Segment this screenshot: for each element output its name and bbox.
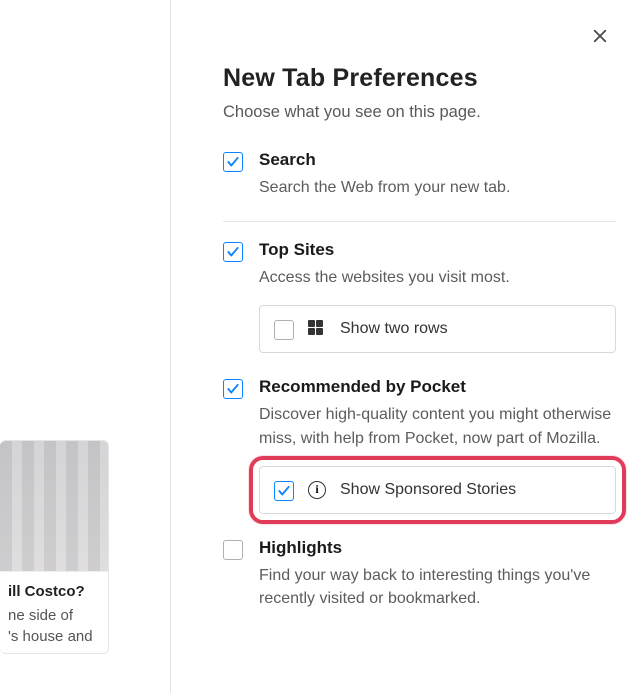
section-topsites: Top Sites Access the websites you visit … — [223, 240, 616, 353]
topsites-desc: Access the websites you visit most. — [259, 266, 616, 289]
check-icon — [226, 155, 240, 169]
pocket-desc: Discover high-quality content you might … — [259, 403, 616, 449]
search-heading: Search — [259, 150, 616, 170]
divider — [223, 221, 616, 222]
topsites-heading: Top Sites — [259, 240, 616, 260]
topsites-checkbox[interactable] — [223, 242, 243, 262]
panel-title: New Tab Preferences — [223, 64, 616, 93]
info-icon[interactable]: i — [308, 481, 326, 499]
sponsored-checkbox[interactable] — [274, 481, 294, 501]
tworows-label: Show two rows — [340, 320, 448, 338]
section-search: Search Search the Web from your new tab. — [223, 150, 616, 217]
topsites-tworows-option[interactable]: Show two rows — [259, 305, 616, 353]
section-pocket: Recommended by Pocket Discover high-qual… — [223, 377, 616, 513]
close-icon — [591, 27, 609, 45]
search-desc: Search the Web from your new tab. — [259, 176, 616, 199]
tworows-checkbox[interactable] — [274, 320, 294, 340]
new-tab-preferences-panel: New Tab Preferences Choose what you see … — [171, 0, 640, 693]
grid-icon — [308, 320, 326, 338]
section-highlights: Highlights Find your way back to interes… — [223, 538, 616, 628]
sponsored-label: Show Sponsored Stories — [340, 481, 516, 499]
check-icon — [277, 484, 291, 498]
pocket-heading: Recommended by Pocket — [259, 377, 616, 397]
check-icon — [226, 245, 240, 259]
close-button[interactable] — [586, 22, 614, 50]
highlights-desc: Find your way back to interesting things… — [259, 564, 616, 610]
story-card-line: ne side of — [8, 606, 98, 626]
check-icon — [226, 382, 240, 396]
panel-subtitle: Choose what you see on this page. — [223, 103, 616, 122]
sponsored-stories-option[interactable]: i Show Sponsored Stories — [259, 466, 616, 514]
story-card-image — [0, 441, 108, 572]
story-card-title: ill Costco? — [8, 582, 98, 602]
story-card[interactable]: ill Costco? ne side of 's house and — [0, 440, 109, 654]
highlights-heading: Highlights — [259, 538, 616, 558]
highlights-checkbox[interactable] — [223, 540, 243, 560]
pocket-checkbox[interactable] — [223, 379, 243, 399]
story-card-line: 's house and — [8, 627, 98, 647]
search-checkbox[interactable] — [223, 152, 243, 172]
